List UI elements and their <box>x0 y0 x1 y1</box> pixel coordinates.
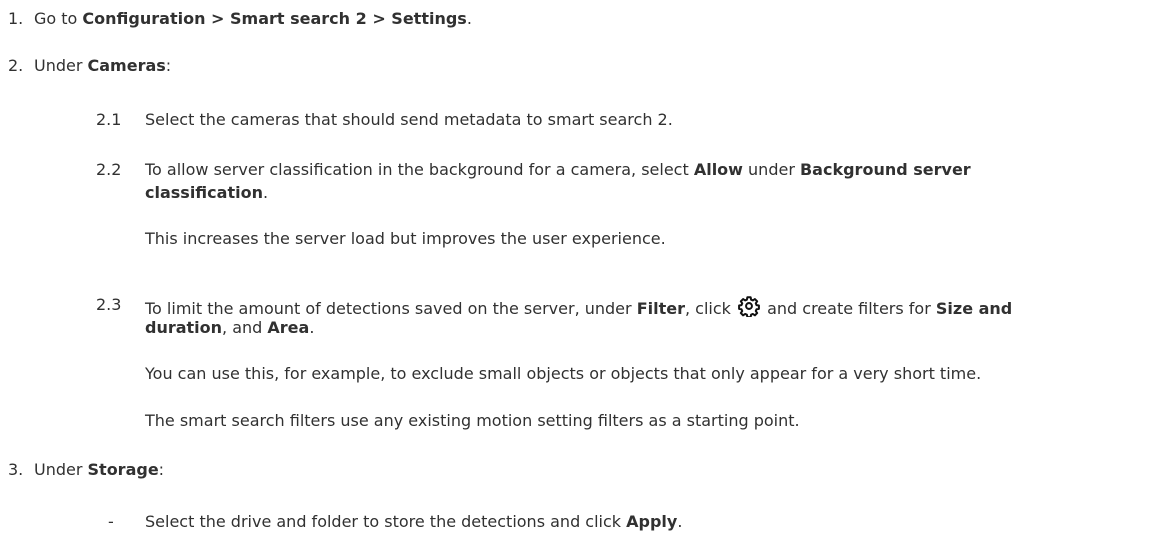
substep-2-3-filter: Filter <box>636 299 685 318</box>
step-3-storage: Storage <box>87 460 159 479</box>
substep-2-2-number: 2.2 <box>96 160 122 179</box>
substep-2-2-line2: classification. <box>145 183 268 203</box>
step-2-text: Under Cameras: <box>34 56 171 76</box>
step-3-text-a: Under <box>34 460 88 479</box>
step-1-text: Go to Configuration > Smart search 2 > S… <box>34 9 472 29</box>
step-2-text-c: : <box>165 56 172 75</box>
substep-2-2-a: To allow server classification in the ba… <box>145 160 694 179</box>
step-2-text-a: Under <box>34 56 88 75</box>
substep-2-1-text: Select the cameras that should send meta… <box>145 110 673 129</box>
substep-2-2-note: This increases the server load but impro… <box>145 229 666 248</box>
step-3-text: Under Storage: <box>34 460 164 480</box>
substep-2-2-classification: classification <box>145 183 263 202</box>
step-1-text-a: Go to <box>34 9 83 28</box>
substep-2-3-line1: To limit the amount of detections saved … <box>145 295 1012 319</box>
substep-2-3-number: 2.3 <box>96 295 122 314</box>
substep-2-2-bg-server: Background server <box>799 160 971 179</box>
step-3-bullet-c: . <box>677 512 683 531</box>
substep-2-3-note-2: The smart search filters use any existin… <box>145 411 800 430</box>
substep-2-3-d: and create filters for <box>762 299 936 318</box>
step-2-cameras: Cameras <box>87 56 166 75</box>
gear-icon <box>738 296 760 317</box>
substep-2-3-a: To limit the amount of detections saved … <box>145 299 637 318</box>
substep-2-3-note-1: You can use this, for example, to exclud… <box>145 364 982 383</box>
substep-2-3-size: Size and <box>935 299 1013 318</box>
step-3-text-c: : <box>158 460 165 479</box>
substep-2-3-duration: duration <box>145 318 223 337</box>
step-1-text-c: . <box>466 9 472 28</box>
substep-2-2-c: under <box>742 160 800 179</box>
step-3-number: 3. <box>8 460 24 479</box>
substep-2-3-area: Area <box>267 318 310 337</box>
step-3-bullet-apply: Apply <box>626 512 678 531</box>
step-3-bullet-text: Select the drive and folder to store the… <box>145 512 682 532</box>
step-3-bullet-a: Select the drive and folder to store the… <box>145 512 627 531</box>
substep-2-2-allow: Allow <box>693 160 743 179</box>
substep-2-3-line2: duration, and Area. <box>145 318 314 338</box>
substep-2-1-number: 2.1 <box>96 110 122 129</box>
substep-2-2-line1: To allow server classification in the ba… <box>145 160 971 180</box>
substep-2-3-and: , and <box>222 318 268 337</box>
substep-2-2-period: . <box>262 183 269 202</box>
substep-2-3-c: , click <box>684 299 736 318</box>
substep-2-3-period: . <box>309 318 315 337</box>
step-2-number: 2. <box>8 56 24 75</box>
step-1-number: 1. <box>8 9 24 28</box>
step-3-bullet-marker: - <box>108 512 114 531</box>
step-1-path: Configuration > Smart search 2 > Setting… <box>82 9 467 28</box>
